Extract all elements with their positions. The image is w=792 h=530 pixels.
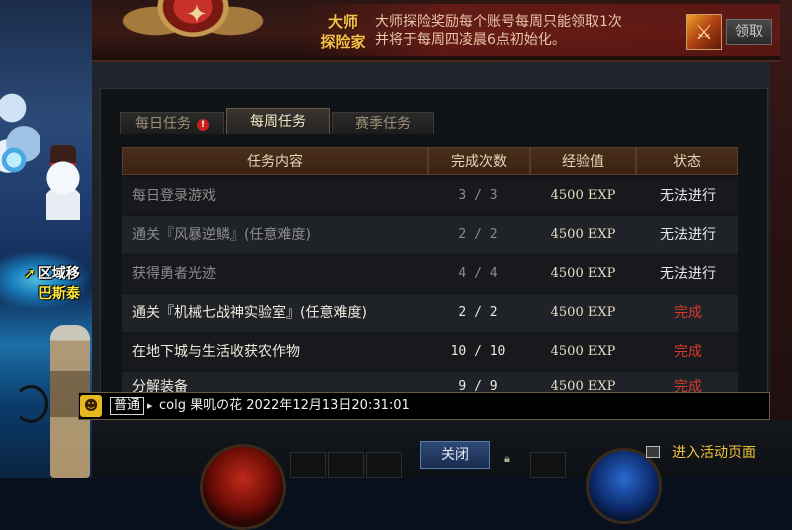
task-name: 分解装备 <box>132 379 188 392</box>
task-count: 2 / 2 <box>458 227 498 242</box>
table-row[interactable]: 每日登录游戏 3 / 3 4500 EXP 无法进行 <box>122 177 738 215</box>
banner-text-line2: 并将于每周四凌晨6点初始化。 <box>375 32 566 48</box>
task-name: 通关『风暴逆鳞』(任意难度) <box>132 227 311 243</box>
reward-box-icon[interactable]: ⚔ <box>686 14 722 50</box>
task-count: 4 / 4 <box>458 266 498 281</box>
table-row[interactable]: 通关『风暴逆鳞』(任意难度) 2 / 2 4500 EXP 无法进行 <box>122 216 738 254</box>
task-exp: 4500 EXP <box>550 188 616 203</box>
character-weapon <box>14 385 48 423</box>
banner-text-line1: 大师探险奖励每个账号每周只能领取1次 <box>375 14 622 30</box>
header-status: 状态 <box>636 147 738 175</box>
table-row[interactable]: 通关『机械七战神实验室』(任意难度) 2 / 2 4500 EXP 完成 <box>122 294 738 332</box>
task-exp: 4500 EXP <box>550 379 616 392</box>
tab-daily[interactable]: 每日任务! <box>120 112 224 134</box>
table-row[interactable]: 分解装备 9 / 9 4500 EXP 完成 <box>122 372 738 392</box>
task-name: 在地下城与生活收获农作物 <box>132 344 300 360</box>
frame-edge <box>770 0 792 478</box>
task-name: 每日登录游戏 <box>132 188 216 204</box>
tab-season-label: 赛季任务 <box>355 116 411 132</box>
goto-checkbox[interactable] <box>646 446 660 458</box>
claim-button[interactable]: 领取 <box>726 19 772 45</box>
task-status: 无法进行 <box>660 266 716 282</box>
table-header: 任务内容 完成次数 经验值 状态 <box>122 147 738 175</box>
portal-label[interactable]: ➚ 区域移 巴斯泰 <box>24 264 92 304</box>
close-button[interactable]: 关闭 <box>420 441 490 469</box>
snowman <box>46 160 80 220</box>
star-icon: ✦ <box>186 0 208 30</box>
tab-weekly-label: 每周任务 <box>250 114 306 130</box>
mp-orb <box>586 448 662 524</box>
portal-line2: 巴斯泰 <box>38 286 80 302</box>
lock-icon: 🔒︎ <box>504 452 510 465</box>
task-status: 完成 <box>674 379 702 392</box>
tab-weekly[interactable]: 每周任务 <box>226 108 330 134</box>
banner-title: 大师 探险家 <box>318 12 368 52</box>
banner-title-line2: 探险家 <box>320 33 366 51</box>
task-count: 3 / 3 <box>458 188 498 203</box>
task-exp: 4500 EXP <box>550 305 616 320</box>
task-exp: 4500 EXP <box>550 344 616 359</box>
chat-message: colg 果叽の花 2022年12月13日20:31:01 <box>159 398 410 413</box>
skill-slot[interactable] <box>366 452 402 478</box>
task-count: 9 / 9 <box>458 379 498 392</box>
alert-icon: ! <box>197 119 209 131</box>
tab-daily-label: 每日任务 <box>135 116 191 132</box>
task-count: 10 / 10 <box>450 344 506 359</box>
task-status: 无法进行 <box>660 188 716 204</box>
task-name: 获得勇者光迹 <box>132 266 216 282</box>
chat-arrow-icon: ▸ <box>147 399 153 412</box>
table-row[interactable]: 在地下城与生活收获农作物 10 / 10 4500 EXP 完成 <box>122 333 738 371</box>
header-exp: 经验值 <box>530 147 636 175</box>
tab-season[interactable]: 赛季任务 <box>332 112 434 134</box>
snowflake-crystal <box>0 140 28 180</box>
skill-slot[interactable] <box>328 452 364 478</box>
chat-channel[interactable]: 普通 <box>110 397 144 415</box>
task-exp: 4500 EXP <box>550 227 616 242</box>
header-count: 完成次数 <box>428 147 530 175</box>
task-count: 2 / 2 <box>458 305 498 320</box>
banner-description: 大师探险奖励每个账号每周只能领取1次 并将于每周四凌晨6点初始化。 <box>375 13 622 49</box>
task-status: 无法进行 <box>660 227 716 243</box>
table-row[interactable]: 获得勇者光迹 4 / 4 4500 EXP 无法进行 <box>122 255 738 293</box>
task-status: 完成 <box>674 344 702 360</box>
task-name: 通关『机械七战神实验室』(任意难度) <box>132 305 367 321</box>
task-exp: 4500 EXP <box>550 266 616 281</box>
goto-event-link[interactable]: 进入活动页面 <box>672 443 756 463</box>
header-task: 任务内容 <box>122 147 428 175</box>
portal-line1: 区域移 <box>37 266 80 282</box>
hp-orb <box>200 444 286 530</box>
portal-arrow-icon: ➚ <box>24 266 36 282</box>
chat-emoji-icon[interactable]: ☻ <box>80 395 102 417</box>
skill-slot[interactable] <box>530 452 566 478</box>
banner-title-line1: 大师 <box>327 13 358 31</box>
task-status: 完成 <box>674 305 702 321</box>
skill-slot[interactable] <box>290 452 326 478</box>
